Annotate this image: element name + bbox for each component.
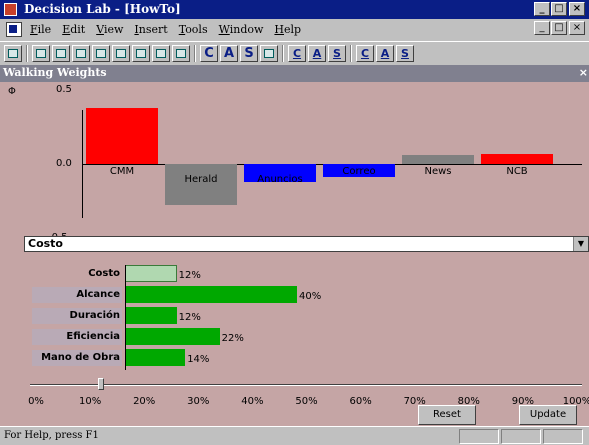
window-title: Decision Lab - [HowTo]	[24, 2, 181, 16]
weight-percent: 12%	[178, 312, 201, 323]
bar-label: Correo	[342, 166, 376, 177]
slider-tick-label: 10%	[78, 396, 102, 407]
bar-label: Herald	[184, 174, 218, 185]
list-icon[interactable]	[92, 45, 110, 62]
slider-tick-label: 30%	[187, 396, 210, 407]
child-window-titlebar: Walking Weights ×	[0, 65, 589, 82]
status-bar: For Help, press F1	[0, 426, 589, 445]
walking-weights-panel: Φ 0.50.0-0.5CMMHeraldAnunciosCorreoNewsN…	[0, 82, 589, 426]
toolbar-s-button[interactable]: S	[240, 45, 258, 62]
maximize-button[interactable]: □	[551, 2, 567, 16]
criterion-label[interactable]: Mano de Obra	[41, 352, 120, 363]
status-cell	[501, 429, 541, 444]
child-close-icon[interactable]: ×	[579, 66, 588, 79]
minimize-button[interactable]: _	[534, 2, 550, 16]
menu-bar: File Edit View Insert Tools Window Help …	[0, 19, 589, 41]
report-icon[interactable]	[132, 45, 150, 62]
table-icon[interactable]	[72, 45, 90, 62]
toolbar-c-button[interactable]: C	[200, 45, 218, 62]
bar-label: News	[424, 166, 452, 177]
slider-tick-label: 50%	[295, 396, 318, 407]
weight-bar[interactable]	[125, 328, 220, 345]
toolbar-separator	[26, 45, 28, 62]
bar-label: NCB	[506, 166, 528, 177]
menu-edit[interactable]: Edit	[62, 23, 85, 36]
bar-label: Anuncios	[257, 174, 303, 185]
reset-button[interactable]: Reset	[418, 405, 476, 425]
window-icon[interactable]	[260, 45, 278, 62]
sheet-icon[interactable]	[152, 45, 170, 62]
weight-bar[interactable]	[125, 307, 177, 324]
weight-percent: 12%	[178, 270, 201, 281]
phi-symbol: Φ	[8, 86, 16, 97]
toolbar-a-alt-button[interactable]: A	[376, 45, 394, 62]
bar-ncb[interactable]	[481, 153, 553, 164]
grid-icon[interactable]	[32, 45, 50, 62]
toolbar-c-alt-button[interactable]: C	[356, 45, 374, 62]
menu-view[interactable]: View	[96, 23, 123, 36]
criterion-label[interactable]: Eficiencia	[66, 331, 120, 342]
criterion-select[interactable]: Costo ▼	[24, 236, 589, 252]
weight-percent: 22%	[221, 333, 244, 344]
weight-percent: 14%	[187, 354, 210, 365]
slider-tick-label: 0%	[28, 396, 44, 407]
reset-button-label: Reset	[433, 409, 461, 420]
doc-minimize-button[interactable]: _	[534, 21, 550, 35]
criterion-label[interactable]: Alcance	[76, 289, 120, 300]
toolbar-a-underline-button[interactable]: A	[308, 45, 326, 62]
toolbar-c-underline-button[interactable]: C	[288, 45, 306, 62]
toolbar-s-underline-button[interactable]: S	[328, 45, 346, 62]
y-tick-label: 0.0	[56, 158, 72, 169]
chevron-down-icon[interactable]: ▼	[573, 237, 588, 251]
criterion-label[interactable]: Costo	[88, 268, 120, 279]
toolbar-separator	[350, 45, 352, 62]
menu-window[interactable]: Window	[219, 23, 264, 36]
status-message: For Help, press F1	[4, 430, 99, 441]
weight-slider-thumb[interactable]	[97, 378, 104, 390]
title-bar: Decision Lab - [HowTo] _ □ ×	[0, 0, 589, 19]
form-icon[interactable]	[172, 45, 190, 62]
toolbar-a-button[interactable]: A	[220, 45, 238, 62]
bar-label: CMM	[109, 166, 135, 177]
slider-tick-label: 40%	[241, 396, 264, 407]
chart-icon[interactable]	[52, 45, 70, 62]
status-cell	[459, 429, 499, 444]
toolbar: C A S C A S C A S	[0, 41, 589, 65]
weight-slider-track[interactable]	[30, 384, 582, 386]
bar-cmm[interactable]	[86, 107, 158, 164]
toolbar-s-alt-button[interactable]: S	[396, 45, 414, 62]
menu-file[interactable]: File	[30, 23, 51, 36]
doc-restore-button[interactable]: □	[551, 21, 567, 35]
toolbar-separator	[194, 45, 196, 62]
app-icon[interactable]	[4, 3, 17, 16]
slider-tick-label: 60%	[349, 396, 372, 407]
weights-axis	[125, 265, 126, 370]
toolbar-separator	[282, 45, 284, 62]
bar-news[interactable]	[402, 155, 474, 164]
update-button[interactable]: Update	[519, 405, 577, 425]
criterion-select-value: Costo	[28, 237, 63, 250]
weight-bar[interactable]	[125, 286, 297, 303]
status-cell	[543, 429, 583, 444]
slider-tick-label: 20%	[133, 396, 156, 407]
y-tick-label: 0.5	[56, 84, 72, 95]
weight-bar[interactable]	[125, 265, 177, 282]
update-button-label: Update	[529, 409, 567, 420]
child-window-title: Walking Weights	[3, 66, 107, 79]
close-button[interactable]: ×	[569, 2, 585, 16]
menu-tools[interactable]: Tools	[179, 23, 208, 36]
weight-bar[interactable]	[125, 349, 186, 366]
menu-help[interactable]: Help	[274, 23, 301, 36]
doc-close-button[interactable]: ×	[569, 21, 585, 35]
document-icon[interactable]	[6, 22, 22, 37]
menu-insert[interactable]: Insert	[134, 23, 167, 36]
criterion-label[interactable]: Duración	[70, 310, 120, 321]
view-icon[interactable]	[4, 45, 22, 62]
matrix-icon[interactable]	[112, 45, 130, 62]
weight-percent: 40%	[299, 291, 322, 302]
